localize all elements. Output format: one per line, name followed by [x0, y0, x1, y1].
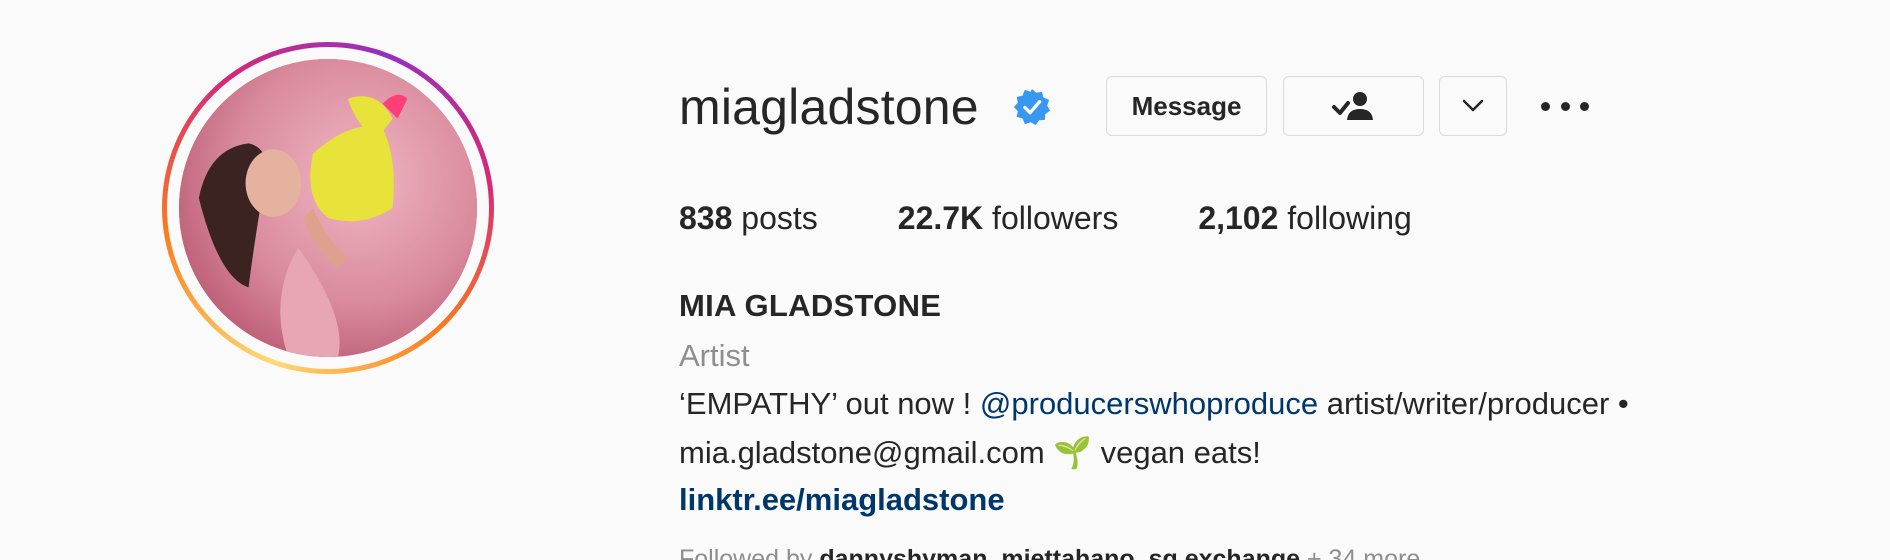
more-options-icon[interactable] [1541, 94, 1589, 118]
following-count: 2,102 [1198, 200, 1279, 236]
more-dot [1580, 101, 1589, 111]
followed-by-names: dannyshyman, miettahano, sg.exchange [819, 545, 1301, 560]
profile-website-link[interactable]: linktr.ee/miagladstone [679, 482, 1005, 518]
bio-line-2: mia.gladstone@gmail.com 🌱 vegan eats! [679, 434, 1261, 471]
bio-text: ‘EMPATHY’ out now ! [679, 386, 980, 421]
followed-by-more: + 34 more [1300, 545, 1421, 560]
posts-stat: 838 posts [679, 200, 818, 237]
more-dot [1560, 101, 1570, 111]
profile-username: miagladstone [679, 79, 979, 135]
person-check-icon [1331, 92, 1373, 120]
following-label: following [1287, 200, 1412, 236]
message-button[interactable]: Message [1106, 76, 1267, 136]
avatar-photo-illustration [179, 59, 477, 357]
more-dot [1541, 101, 1550, 111]
followers-label: followers [992, 200, 1119, 236]
posts-count: 838 [679, 200, 733, 236]
followers-count: 22.7K [897, 200, 984, 236]
profile-header: miagladstone Message 838 posts 22.7K fol… [0, 0, 1890, 560]
verified-badge-icon [1013, 88, 1051, 126]
followed-by-prefix: Followed by [679, 545, 820, 560]
bio-line-1: ‘EMPATHY’ out now ! @producerswhoproduce… [679, 386, 1629, 422]
suggested-accounts-button[interactable] [1439, 76, 1507, 136]
profile-category: Artist [679, 338, 750, 373]
following-stat[interactable]: 2,102 following [1198, 200, 1411, 237]
bio-text: artist/writer/producer • [1318, 386, 1629, 421]
story-ring[interactable] [162, 42, 494, 374]
seedling-emoji: 🌱 [1053, 435, 1092, 470]
following-button[interactable] [1283, 76, 1424, 136]
followed-by[interactable]: Followed by dannyshyman, miettahano, sg.… [679, 545, 1420, 560]
posts-label: posts [741, 200, 818, 236]
bio-text: vegan eats! [1091, 435, 1261, 470]
bio-email: mia.gladstone@gmail.com [679, 435, 1054, 470]
avatar-gap [167, 47, 489, 369]
bio-mention-link[interactable]: @producerswhoproduce [980, 386, 1318, 421]
profile-full-name: MIA GLADSTONE [679, 288, 942, 323]
followers-stat[interactable]: 22.7K followers [898, 200, 1119, 237]
profile-stats: 838 posts 22.7K followers 2,102 followin… [679, 200, 1492, 237]
avatar[interactable] [179, 59, 477, 357]
chevron-down-icon [1462, 99, 1484, 112]
